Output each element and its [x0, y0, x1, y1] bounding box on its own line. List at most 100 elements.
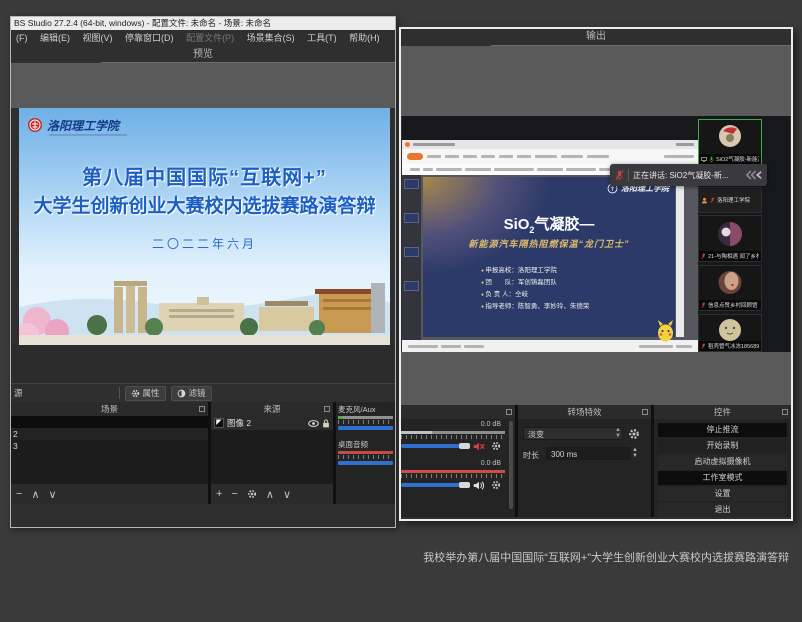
scenes-list: 2 3: [11, 416, 208, 484]
dock-grip-icon[interactable]: [199, 406, 205, 412]
speaking-toast: 正在讲话: SiO2气凝胶-新...: [610, 164, 767, 186]
duration-field[interactable]: 300 ms: [546, 447, 630, 460]
dock-grip-icon[interactable]: [782, 409, 788, 415]
participant-name: 信息点赞乡村回顾馆: [708, 301, 759, 309]
menu-profile[interactable]: 配置文件(P): [186, 30, 234, 47]
slide-title: SiO2气凝胶—: [423, 213, 675, 235]
exit-button[interactable]: 退出: [658, 503, 787, 517]
duration-label: 时长: [523, 450, 539, 461]
participant-tile[interactable]: 21-与陶相遇 闻了乡村 美..: [698, 215, 762, 262]
wps-file-tab[interactable]: [407, 153, 423, 160]
lock-icon[interactable]: [322, 419, 330, 428]
scene-up-button[interactable]: ∧: [31, 488, 39, 501]
mic-muted-icon: [710, 197, 715, 204]
filter-icon: [177, 389, 186, 398]
scene-row-selected[interactable]: [11, 416, 208, 428]
mixer-body-left: 麦克风/Aux 桌面音频: [336, 402, 395, 504]
eye-icon[interactable]: [308, 420, 319, 427]
program-canvas-margin-top: [401, 46, 791, 116]
mic-volume-slider[interactable]: [338, 426, 393, 430]
stop-streaming-button[interactable]: 停止推流: [658, 423, 787, 437]
filters-label: 滤镜: [189, 387, 206, 399]
dock-grip-icon[interactable]: [324, 406, 330, 412]
slide-title-line1: 第八届中国国际“互联网+”: [19, 161, 390, 190]
program-canvas-margin-bottom: [401, 352, 791, 405]
toolbar-divider: [119, 387, 120, 399]
filters-button[interactable]: 滤镜: [171, 386, 212, 401]
photo-caption: 我校举办第八届中国国际“互联网+”大学生创新创业大赛校内选拔赛路演答辩: [0, 549, 789, 565]
duration-spinner[interactable]: ▲▼: [630, 447, 640, 460]
mic-muted-icon: [701, 343, 706, 350]
menu-help[interactable]: 帮助(H): [349, 30, 380, 47]
start-recording-button[interactable]: 开始录制: [658, 439, 787, 453]
transition-select-arrows[interactable]: ▲▼: [613, 427, 623, 440]
slide-bullets: 申报高校：洛阳理工学院 团 队：军创铸磊团队 负 责 人：仝岐 指导老师：陈智勇…: [481, 265, 589, 313]
mic-volume-slider[interactable]: [401, 442, 505, 450]
bullet-leader: 负 责 人：仝岐: [481, 289, 589, 301]
participant-tile[interactable]: 稻壳管气冰冻1856893GD..: [698, 314, 762, 352]
settings-button[interactable]: 设置: [658, 487, 787, 501]
participant-avatar: [718, 270, 743, 295]
preview-slide: 洛阳理工学院 第八届中国国际“互联网+” 大学生创新创业大赛校内选拔赛路演答辩 …: [19, 108, 390, 345]
wps-slide-thumbnails[interactable]: [402, 175, 421, 340]
mic-meter: [401, 431, 505, 434]
speaking-toast-text: 正在讲话: SiO2气凝胶-新...: [633, 170, 742, 181]
mic-meter-scale: [338, 420, 393, 424]
wps-window-buttons[interactable]: [676, 143, 694, 146]
source-up-button[interactable]: ∧: [266, 488, 274, 501]
transition-gear-icon[interactable]: [628, 428, 640, 440]
menu-edit[interactable]: 编辑(E): [40, 30, 70, 47]
remove-source-button[interactable]: −: [231, 488, 237, 500]
participant-name: 洛阳理工学院: [717, 196, 759, 204]
remove-scene-button[interactable]: −: [16, 488, 22, 500]
person-icon: [701, 197, 708, 204]
transition-select[interactable]: 淡变: [523, 427, 623, 440]
properties-button[interactable]: 属性: [125, 386, 166, 401]
toast-chevrons-icon[interactable]: [746, 170, 762, 180]
add-source-button[interactable]: +: [216, 488, 222, 500]
participant-tile[interactable]: 信息点赞乡村回顾馆: [698, 265, 762, 311]
left-docks: 场景 2 3 − ∧ ∨ 来源 ◤ 图像 2: [11, 402, 395, 504]
dock-grip-icon[interactable]: [642, 409, 648, 415]
studio-mode-button[interactable]: 工作室模式: [658, 471, 787, 485]
source-row[interactable]: ◤ 图像 2: [211, 416, 333, 430]
transitions-header: 转场特效: [518, 405, 651, 419]
menu-tools[interactable]: 工具(T): [307, 30, 337, 47]
menu-file[interactable]: (F): [16, 30, 28, 47]
mic-muted-icon: [701, 302, 706, 309]
participant-avatar: [717, 221, 743, 247]
mic-muted-icon: [701, 253, 706, 260]
desktop-channel-label: 桌面音频: [338, 439, 395, 450]
mic-gear-icon[interactable]: [491, 441, 501, 451]
speaker-icon[interactable]: [473, 481, 485, 490]
scene-down-button[interactable]: ∨: [49, 488, 57, 501]
scenes-dock: 场景 2 3 − ∧ ∨: [11, 402, 208, 504]
participant-tile-speaking[interactable]: SiO2气凝胶-新能源汽...: [698, 119, 762, 165]
gear-icon: [131, 389, 140, 398]
source-down-button[interactable]: ∨: [283, 488, 291, 501]
speaker-muted-icon[interactable]: [473, 442, 485, 451]
participant-avatar: [718, 124, 742, 148]
scenes-toolbar: − ∧ ∨: [11, 484, 208, 504]
program-pane-label: 输出: [401, 29, 791, 45]
source-name: 图像 2: [227, 417, 305, 429]
bullet-team: 团 队：军创铸磊团队: [481, 277, 589, 289]
menu-docks[interactable]: 停靠窗口(D): [125, 30, 174, 47]
source-properties-gear-icon[interactable]: [247, 489, 257, 499]
menu-view[interactable]: 视图(V): [83, 30, 113, 47]
slide-title-line2: 大学生创新创业大赛校内选拔赛路演答辩: [19, 191, 390, 218]
preview-pane-label: 预览: [11, 47, 395, 62]
scene-row[interactable]: 3: [11, 440, 208, 452]
dock-grip-icon[interactable]: [506, 409, 512, 415]
mixer-scrollbar[interactable]: [509, 421, 513, 509]
menu-scene-collection[interactable]: 场景集合(S): [247, 30, 295, 47]
participant-tile[interactable]: 洛阳理工学院: [698, 187, 762, 213]
desktop-volume-slider[interactable]: [338, 461, 393, 465]
desktop-volume-slider[interactable]: [401, 481, 505, 489]
start-virtual-camera-button[interactable]: 启动虚拟摄像机: [658, 455, 787, 469]
wps-side-toolbar[interactable]: [676, 177, 684, 337]
desktop-db-value: 0.0 dB: [481, 460, 501, 467]
scene-row[interactable]: 2: [11, 428, 208, 440]
source-toolbar: 源 属性 滤镜: [11, 383, 395, 402]
desktop-gear-icon[interactable]: [491, 480, 501, 490]
